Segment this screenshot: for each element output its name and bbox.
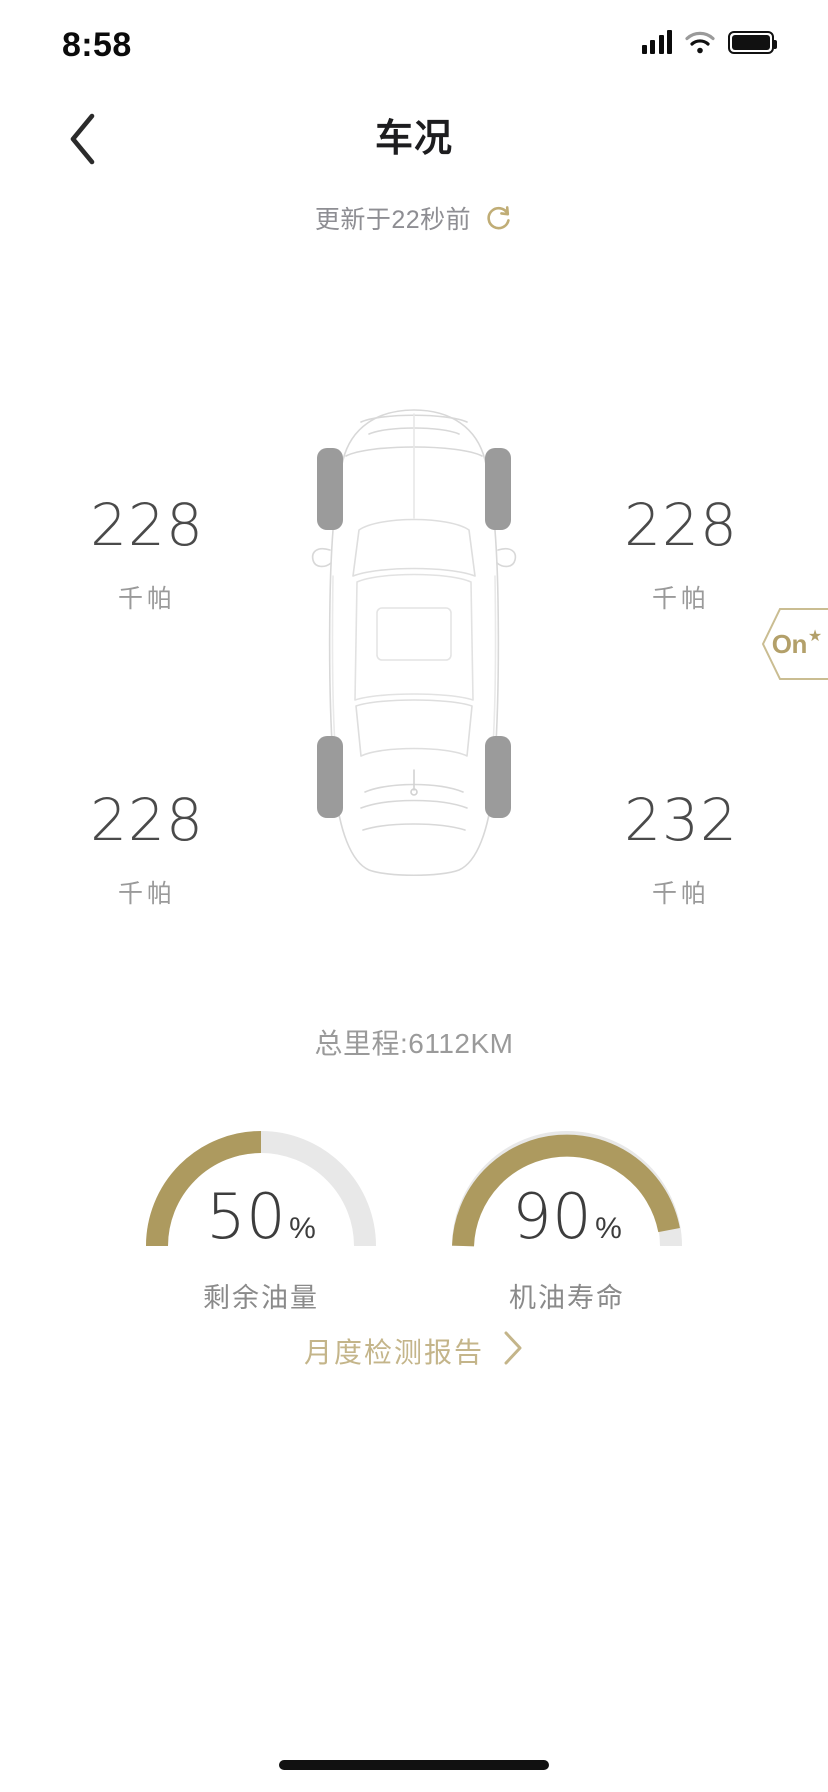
tyre-pressure-rear-right-value: 232 [624, 786, 738, 854]
gauges-row: 50 % 剩余油量 90 % 机油寿命 [0, 1110, 828, 1315]
vehicle-status-screen: 8:58 车况 更新于22秒前 228 千帕 228 千帕 228 千帕 232… [0, 0, 828, 1792]
tyre-pressure-front-left: 228 千帕 [32, 495, 262, 615]
fuel-level-readout: 50 % [141, 1186, 381, 1248]
oil-life-gauge: 90 % 机油寿命 [447, 1110, 687, 1315]
oil-life-label: 机油寿命 [509, 1283, 625, 1313]
status-bar-time: 8:58 [62, 26, 132, 64]
car-top-view-illustration [299, 400, 529, 880]
battery-full-icon [728, 30, 777, 54]
tyre-pressure-front-right-value: 228 [624, 491, 738, 559]
onstar-badge-button[interactable]: On ★ [758, 602, 828, 686]
page-title: 车况 [374, 118, 453, 160]
tyre-pressure-rear-right-unit: 千帕 [651, 880, 710, 908]
tyre-pressure-rear-left: 228 千帕 [32, 790, 262, 910]
chevron-right-icon [502, 1330, 524, 1371]
cellular-signal-icon [641, 30, 672, 54]
tyre-pressure-rear-right: 232 千帕 [566, 790, 796, 910]
navigation-bar: 车况 [0, 96, 828, 180]
odometer-total-mileage: 总里程:6112KM [314, 1028, 514, 1059]
tyre-pressure-front-right: 228 千帕 [566, 495, 796, 615]
tyre-pressure-front-left-value: 228 [90, 491, 204, 559]
fuel-level-label: 剩余油量 [203, 1283, 319, 1313]
fuel-level-arc: 50 % [141, 1110, 381, 1250]
fuel-level-value: 50 [206, 1180, 287, 1253]
fuel-level-gauge: 50 % 剩余油量 [141, 1110, 381, 1315]
refresh-icon[interactable] [485, 204, 513, 232]
status-bar: 8:58 [0, 0, 828, 96]
wheel-front-right [485, 448, 511, 530]
tyre-pressure-rear-left-value: 228 [90, 786, 204, 854]
tyre-pressure-rear-left-unit: 千帕 [117, 880, 176, 908]
wheel-front-left [317, 448, 343, 530]
oil-life-value: 90 [512, 1180, 593, 1253]
last-updated-text: 更新于22秒前 [314, 206, 472, 234]
oil-life-percent-symbol: % [595, 1212, 622, 1245]
monthly-report-label: 月度检测报告 [303, 1336, 484, 1368]
fuel-level-percent-symbol: % [289, 1212, 316, 1245]
tyre-pressure-panel: 228 千帕 228 千帕 228 千帕 232 千帕 [0, 400, 828, 908]
onstar-star-icon: ★ [807, 628, 823, 645]
monthly-report-link[interactable]: 月度检测报告 [0, 1330, 828, 1371]
last-updated-row[interactable]: 更新于22秒前 [0, 200, 828, 236]
wifi-icon [685, 31, 715, 54]
home-indicator [279, 1760, 549, 1770]
wheel-rear-right [485, 736, 511, 818]
oil-life-readout: 90 % [447, 1186, 687, 1248]
wheel-rear-left [317, 736, 343, 818]
onstar-label: On [771, 628, 808, 659]
tyre-pressure-front-left-unit: 千帕 [117, 585, 176, 613]
status-bar-indicators [641, 30, 777, 54]
oil-life-arc: 90 % [447, 1110, 687, 1250]
